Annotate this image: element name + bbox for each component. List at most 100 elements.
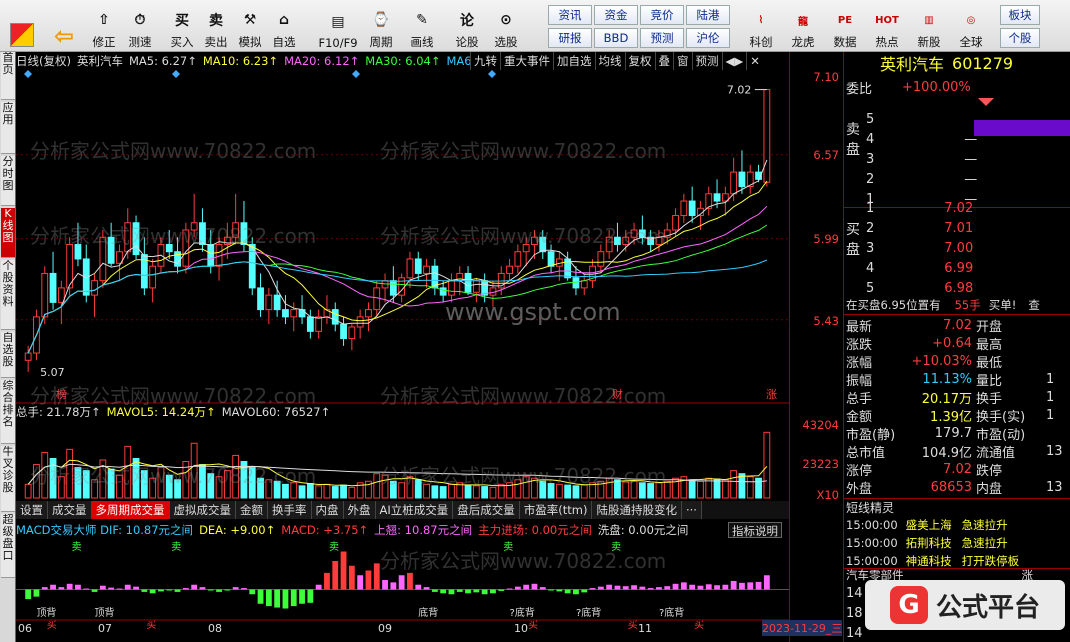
volume-bar xyxy=(232,454,240,499)
toolbar-grid-2[interactable]: 竞价 xyxy=(640,5,684,25)
candle-body xyxy=(597,251,605,267)
weibi-row: 委比 +100.00% xyxy=(846,78,971,97)
vol-tab-2[interactable]: 多周期成交量 xyxy=(91,501,170,519)
stat-cut: 13 xyxy=(1046,443,1063,459)
indicator-help-button[interactable]: 指标说明 xyxy=(728,522,782,538)
pick-button[interactable]: ⊙ 选股 xyxy=(488,2,524,50)
sidebar-tab-7[interactable]: 牛叉诊股 xyxy=(1,446,15,512)
vol-tab-0[interactable]: 设置 xyxy=(16,501,48,519)
draw-button[interactable]: ✎ 画线 xyxy=(402,2,442,50)
candle-body xyxy=(730,171,738,195)
sidebar-tab-2[interactable]: 分时图 xyxy=(1,156,15,206)
sidebar-tab-1[interactable]: 应用 xyxy=(1,102,15,154)
event-marker[interactable] xyxy=(488,70,496,78)
chart-button-8[interactable]: ◀▶ xyxy=(721,52,747,70)
chart-button-3[interactable]: 均线 xyxy=(594,52,625,70)
chart-button-2[interactable]: 加自选 xyxy=(553,52,595,70)
dragon-tiger-button[interactable]: 龍龙虎 xyxy=(784,2,822,50)
macd-bar xyxy=(531,583,538,590)
ipo-button[interactable]: ▥ 新股 xyxy=(910,2,948,50)
toolbar-grid-1[interactable]: 资金 xyxy=(594,5,638,25)
data-button[interactable]: PE 数据 xyxy=(826,2,864,50)
vol-tab-5[interactable]: 换手率 xyxy=(268,501,312,519)
simulate-button[interactable]: ⚒ 模拟 xyxy=(234,2,266,50)
sell-button[interactable]: 卖卖出 xyxy=(200,2,232,50)
macd-bar xyxy=(647,588,654,590)
event-marker[interactable] xyxy=(24,70,32,78)
chart-button-9[interactable]: ✕ xyxy=(746,52,763,70)
sidebar-tab-8[interactable]: 超级盘口 xyxy=(1,514,15,578)
chart-button-1[interactable]: 重大事件 xyxy=(500,52,553,70)
toolbar-far-1[interactable]: 个股 xyxy=(1000,28,1040,48)
toolbar-grid-7[interactable]: 沪伦 xyxy=(686,28,730,48)
ma-value-1: MA10: 6.23↑ xyxy=(202,54,279,68)
toolbar-grid-4[interactable]: 研报 xyxy=(548,28,592,48)
vol-tab-9[interactable]: 盘后成交量 xyxy=(453,501,520,519)
candle-body xyxy=(132,222,140,256)
macd-bar xyxy=(456,589,463,592)
macd-bar xyxy=(299,589,305,604)
forum-button[interactable]: 论论股 xyxy=(450,2,484,50)
hotspot-button[interactable]: HOT 热点 xyxy=(868,2,906,50)
f10-button[interactable]: ▤ F10/F9 xyxy=(312,2,364,50)
period-button[interactable]: ⌚ 周期 xyxy=(364,2,398,50)
restore-button[interactable]: ⇧ 修正 xyxy=(88,2,120,50)
sprite-row-1[interactable]: 15:00:00 拓荆科技 急速拉升 xyxy=(846,534,1008,552)
macd-bar xyxy=(66,583,73,590)
collapse-caret-icon[interactable] xyxy=(978,98,994,106)
vol-tab-4[interactable]: 金额 xyxy=(236,501,268,519)
global-button[interactable]: ◎ 全球 xyxy=(952,2,990,50)
sprite-event: 急速拉升 xyxy=(961,518,1008,532)
volume-bar xyxy=(290,482,298,499)
sidebar-tab-3[interactable]: K线图 xyxy=(1,208,15,258)
chart-button-7[interactable]: 预测 xyxy=(691,52,722,70)
chart-button-4[interactable]: 复权 xyxy=(624,52,655,70)
event-marker[interactable] xyxy=(172,70,180,78)
candle-body xyxy=(522,243,530,253)
sidebar-tab-4[interactable]: 个股资料 xyxy=(1,260,15,330)
tech-board-button[interactable]: ⌇ 科创 xyxy=(742,2,780,50)
toolbar-grid-0[interactable]: 资讯 xyxy=(548,5,592,25)
vol-tab-8[interactable]: AI立桩成交量 xyxy=(375,501,454,519)
watchlist-button[interactable]: ⌂ 自选 xyxy=(264,2,304,50)
buy-button[interactable]: 买买入 xyxy=(166,2,198,50)
vol-tab-11[interactable]: 陆股通持股变化 xyxy=(592,501,682,519)
bid-tag[interactable]: 买单! xyxy=(989,297,1017,313)
chart-button-6[interactable]: 窗 xyxy=(673,52,692,70)
candle-body xyxy=(688,200,696,217)
buy-label: 买盘 xyxy=(846,222,860,258)
test-button[interactable]: ⏱ 测速 xyxy=(122,2,158,50)
toolbar-grid-5[interactable]: BBD xyxy=(594,28,638,48)
back-button[interactable]: ⇦ xyxy=(48,2,80,50)
stat-value: 7.02 xyxy=(943,317,972,333)
sidebar-tab-0[interactable]: 首页 xyxy=(1,52,15,100)
watchlist-icon: ⌂ xyxy=(278,12,290,28)
left-sidebar: 首页 应用分时图 K线图个股资料自选股综合排名牛叉诊股超级盘口 xyxy=(0,52,16,642)
vol-tab-12[interactable]: ··· xyxy=(681,501,702,519)
macd-bar xyxy=(415,584,422,590)
chart-button-5[interactable]: 叠 xyxy=(654,52,673,70)
sidebar-tab-5[interactable]: 自选股 xyxy=(1,332,15,378)
volume-bar xyxy=(406,476,414,499)
vol-tab-10[interactable]: 市盈率(ttm) xyxy=(519,501,593,519)
vol-tab-7[interactable]: 外盘 xyxy=(343,501,376,519)
toolbar-far-0[interactable]: 板块 xyxy=(1000,5,1040,25)
toolbar-grid-3[interactable]: 陆港 xyxy=(686,5,730,25)
stat-value: 1.39亿 xyxy=(930,409,972,425)
macd-bar xyxy=(573,589,579,595)
stat-row-9: 外盘 68653 内盘 13 xyxy=(846,478,1070,497)
sidebar-tab-6[interactable]: 综合排名 xyxy=(1,380,15,444)
quote-panel: 7.10 6.57 5.99 5.43 43204 23223 X10 英利汽车 601279… xyxy=(789,52,1070,642)
chart-button-0[interactable]: 九转 xyxy=(470,52,500,70)
toolbar-grid-6[interactable]: 预测 xyxy=(640,28,684,48)
stat-value: 179.7 xyxy=(934,425,972,441)
sprite-row-0[interactable]: 15:00:00 盛美上海 急速拉升 xyxy=(846,516,1008,534)
menu-button[interactable] xyxy=(4,2,40,50)
candle-body xyxy=(614,236,621,245)
kline-period-label[interactable]: 日线(复权) xyxy=(16,53,71,69)
event-marker[interactable] xyxy=(352,70,360,78)
volume-bar xyxy=(439,486,447,499)
vol-tab-6[interactable]: 内盘 xyxy=(311,501,344,519)
vol-tab-3[interactable]: 虚拟成交量 xyxy=(169,501,236,519)
vol-tab-1[interactable]: 成交量 xyxy=(48,501,92,519)
